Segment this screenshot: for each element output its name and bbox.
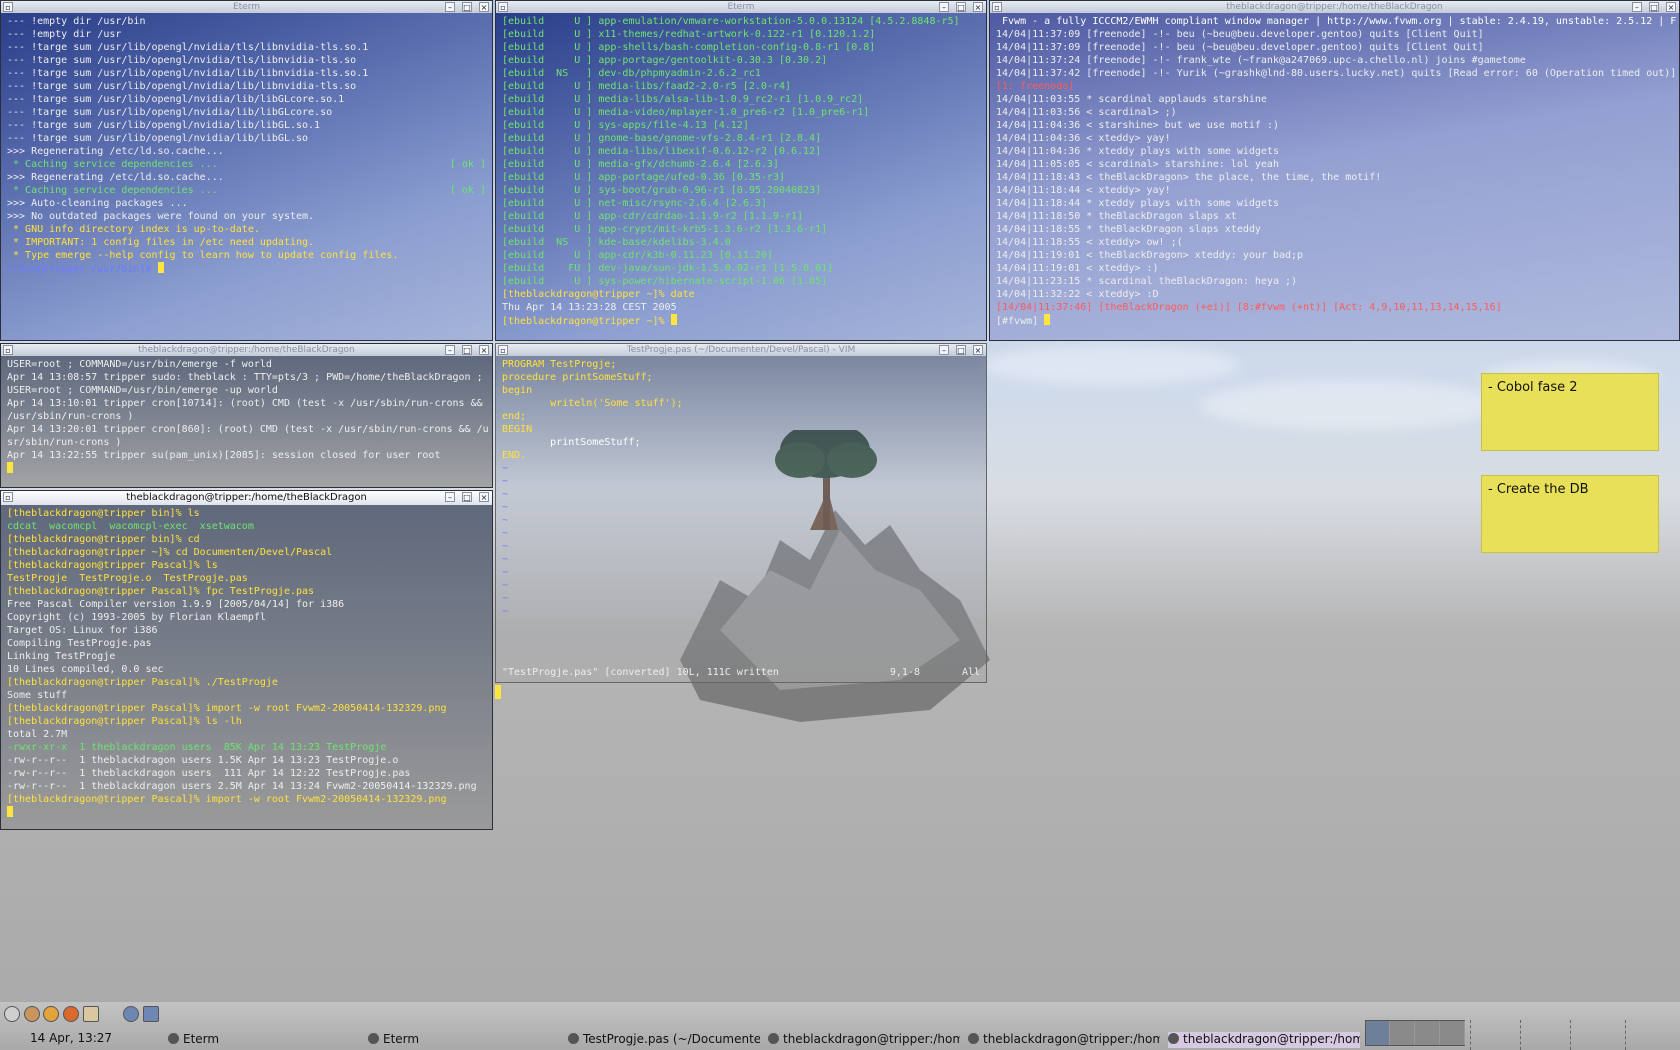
minimize-button[interactable]: –: [445, 2, 455, 12]
maximize-button[interactable]: □: [956, 2, 966, 12]
text-cursor: [670, 314, 677, 325]
taskbar: 14 Apr, 13:27 Eterm Eterm TestProgje.pas…: [0, 1002, 1680, 1050]
window-title: theblackdragon@tripper:/home/theBlackDra…: [126, 492, 367, 503]
close-button[interactable]: ×: [1666, 2, 1676, 12]
text-cursor: [495, 685, 501, 699]
text-cursor: [7, 806, 13, 817]
terminal-icon[interactable]: [4, 1006, 20, 1022]
task-button[interactable]: Eterm: [168, 1032, 348, 1048]
app-icon: [968, 1033, 979, 1044]
app-icon: [568, 1033, 579, 1044]
vim-editor[interactable]: PROGRAM TestProgje; procedure printSomeSt…: [496, 356, 986, 682]
titlebar[interactable]: ▫ theblackdragon@tripper:/home/theBlackD…: [990, 1, 1679, 13]
close-button[interactable]: ×: [973, 2, 983, 12]
task-button[interactable]: theblackdragon@tripper:/home/the: [1168, 1032, 1360, 1048]
window-menu-button[interactable]: ▫: [992, 2, 1002, 12]
clock: 14 Apr, 13:27: [30, 1031, 113, 1045]
minimize-button[interactable]: –: [1632, 2, 1642, 12]
terminal-output[interactable]: [ebuild U ] app-emulation/vmware-worksta…: [496, 13, 986, 340]
close-button[interactable]: ×: [479, 345, 489, 355]
maximize-button[interactable]: □: [462, 345, 472, 355]
firefox-icon[interactable]: [63, 1006, 79, 1022]
close-button[interactable]: ×: [973, 345, 983, 355]
eterm-window-root[interactable]: ▫ Eterm – □ × --- !empty dir /usr/bin ---…: [0, 0, 493, 341]
titlebar[interactable]: ▫ TestProgje.pas (~/Documenten/Devel/Pas…: [496, 344, 986, 356]
terminal-output[interactable]: USER=root ; COMMAND=/usr/bin/emerge -f w…: [1, 356, 492, 487]
browser-icon[interactable]: [24, 1006, 40, 1022]
shell-window[interactable]: ▫ theblackdragon@tripper:/home/theBlackD…: [0, 490, 493, 830]
maximize-button[interactable]: □: [462, 492, 472, 502]
app-icon: [768, 1033, 779, 1044]
irc-input[interactable]: [#fvwm]: [996, 316, 1044, 327]
titlebar[interactable]: ▫ theblackdragon@tripper:/home/theBlackD…: [1, 344, 492, 356]
app-icon: [1168, 1033, 1179, 1044]
window-title: Eterm: [232, 2, 261, 12]
window-title: TestProgje.pas (~/Documenten/Devel/Pasca…: [626, 345, 856, 355]
window-menu-button[interactable]: ▫: [3, 345, 13, 355]
minimize-button[interactable]: –: [939, 2, 949, 12]
maximize-button[interactable]: □: [1649, 2, 1659, 12]
app-icon: [168, 1033, 179, 1044]
screen-icon[interactable]: [143, 1006, 159, 1022]
terminal-output[interactable]: --- !empty dir /usr/bin --- !empty dir /u…: [1, 13, 492, 340]
divider: [1570, 1020, 1571, 1050]
pager-desk[interactable]: [1391, 1021, 1415, 1045]
desktop-pager[interactable]: [1365, 1020, 1465, 1046]
eterm-window-emerge[interactable]: ▫ Eterm – □ × [ebuild U ] app-emulation/…: [495, 0, 987, 341]
window-title: theblackdragon@tripper:/home/theBlackDra…: [1226, 2, 1443, 12]
home-icon[interactable]: [83, 1006, 99, 1022]
window-menu-button[interactable]: ▫: [498, 2, 508, 12]
close-button[interactable]: ×: [479, 492, 489, 502]
minimize-button[interactable]: –: [445, 492, 455, 502]
irc-window[interactable]: ▫ theblackdragon@tripper:/home/theBlackD…: [989, 0, 1680, 341]
minimize-button[interactable]: –: [445, 345, 455, 355]
irc-output[interactable]: Fvwm - a fully ICCCM2/EWMH compliant win…: [990, 13, 1679, 340]
maximize-button[interactable]: □: [956, 345, 966, 355]
text-cursor: [7, 462, 13, 473]
task-button[interactable]: theblackdragon@tripper:/home/the: [768, 1032, 960, 1048]
vim-statusline: "TestProgje.pas" [converted] 10L, 111C w…: [502, 667, 980, 678]
irc-statusbar: [14/04|11:37:46] [theBlackDragon (+ei)] …: [996, 302, 1502, 313]
sticky-note[interactable]: - Cobol fase 2: [1481, 373, 1659, 451]
window-title: Eterm: [727, 2, 755, 12]
divider: [1520, 1020, 1521, 1050]
paint-icon[interactable]: [43, 1006, 59, 1022]
pager-desk[interactable]: [1441, 1021, 1465, 1045]
window-title: theblackdragon@tripper:/home/theBlackDra…: [138, 345, 355, 355]
task-button[interactable]: theblackdragon@tripper:/home/the: [968, 1032, 1160, 1048]
task-button[interactable]: Eterm: [368, 1032, 548, 1048]
cloud: [980, 345, 1240, 385]
task-button[interactable]: TestProgje.pas (~/Documenten/Dev: [568, 1032, 760, 1048]
text-cursor: [1044, 314, 1051, 325]
pager-desk[interactable]: [1416, 1021, 1440, 1045]
titlebar[interactable]: ▫ Eterm – □ ×: [496, 1, 986, 13]
divider: [1470, 1020, 1471, 1050]
log-window[interactable]: ▫ theblackdragon@tripper:/home/theBlackD…: [0, 343, 493, 488]
text-cursor: [157, 262, 164, 273]
window-menu-button[interactable]: ▫: [498, 345, 508, 355]
titlebar[interactable]: ▫ Eterm – □ ×: [1, 1, 492, 13]
cloud: [1200, 380, 1500, 430]
sticky-note[interactable]: - Create the DB: [1481, 475, 1659, 553]
vim-window[interactable]: ▫ TestProgje.pas (~/Documenten/Devel/Pas…: [495, 343, 987, 683]
app-icon: [368, 1033, 379, 1044]
close-button[interactable]: ×: [479, 2, 489, 12]
window-menu-button[interactable]: ▫: [3, 492, 13, 502]
titlebar[interactable]: ▫ theblackdragon@tripper:/home/theBlackD…: [1, 491, 492, 505]
terminal-output[interactable]: [theblackdragon@tripper bin]% ls cdcat wa…: [1, 505, 492, 829]
minimize-button[interactable]: –: [939, 345, 949, 355]
divider: [1625, 1020, 1626, 1050]
refresh-icon[interactable]: [123, 1006, 139, 1022]
window-menu-button[interactable]: ▫: [3, 2, 13, 12]
pager-desk[interactable]: [1366, 1021, 1390, 1045]
maximize-button[interactable]: □: [462, 2, 472, 12]
